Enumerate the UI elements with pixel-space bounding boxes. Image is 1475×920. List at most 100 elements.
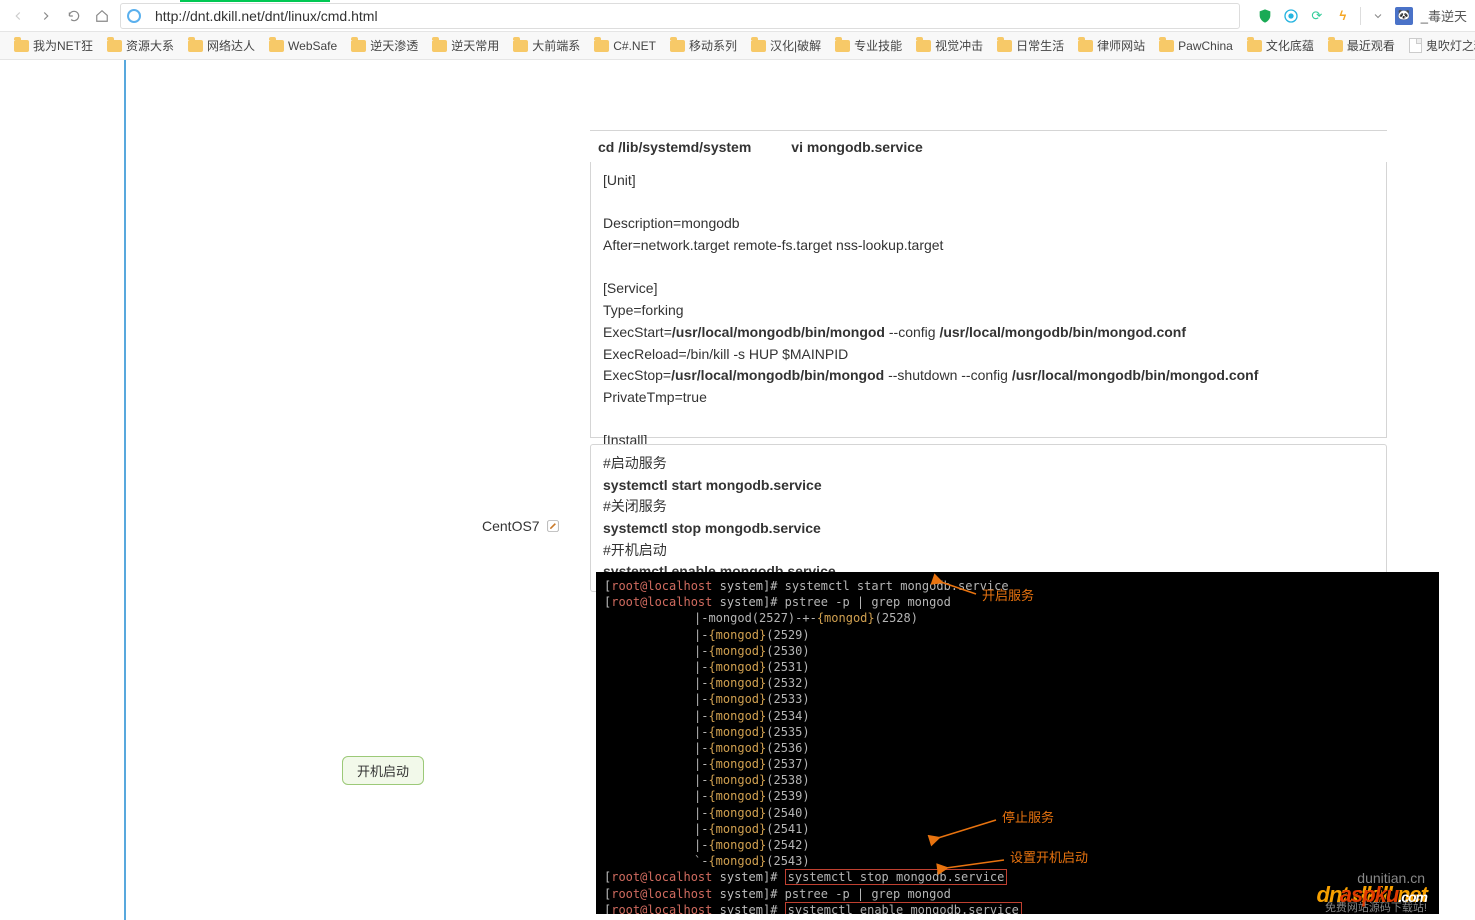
description-line: Description=mongodb <box>603 213 1374 235</box>
folder-icon <box>1159 40 1174 52</box>
bookmark-label: 日常生活 <box>1016 37 1064 54</box>
page-content: 开机启动 CentOS7 cd /lib/systemd/system vi m… <box>0 60 1475 920</box>
bookmark-item[interactable]: 汉化|破解 <box>747 35 825 56</box>
bookmark-item[interactable]: 最近观看 <box>1324 35 1399 56</box>
page-icon <box>1409 38 1422 53</box>
bookmark-label: 专业技能 <box>854 37 902 54</box>
bookmark-label: C#.NET <box>613 39 656 53</box>
bookmark-item[interactable]: 网络达人 <box>184 35 259 56</box>
bookmark-label: 大前端系 <box>532 37 580 54</box>
forward-button[interactable] <box>36 6 56 26</box>
mindmap-node-centos7[interactable]: CentOS7 <box>482 518 560 534</box>
bookmark-label: 视觉冲击 <box>935 37 983 54</box>
execreload-line: ExecReload=/bin/kill -s HUP $MAINPID <box>603 344 1374 366</box>
watermark-sub: 免费网站源码下载站! <box>1325 901 1427 914</box>
page-load-progress <box>180 0 330 2</box>
bookmark-label: 文化底蕴 <box>1266 37 1314 54</box>
comment-start: #启动服务 <box>603 453 1374 475</box>
folder-icon <box>1247 40 1262 52</box>
bookmark-item[interactable]: 鬼吹灯之精绝 <box>1405 35 1475 56</box>
bookmark-item[interactable]: 专业技能 <box>831 35 906 56</box>
cmd-stop: systemctl stop mongodb.service <box>603 518 1374 540</box>
bookmark-item[interactable]: 律师网站 <box>1074 35 1149 56</box>
folder-icon <box>997 40 1012 52</box>
user-label: _毒逆天 <box>1421 6 1467 25</box>
service-header: [Service] <box>603 278 1374 300</box>
bookmark-item[interactable]: WebSafe <box>265 37 341 55</box>
mindmap-trunk <box>124 60 126 920</box>
watermark-dunitian: dunitian.cn <box>1357 869 1425 888</box>
execstop-line: ExecStop=/usr/local/mongodb/bin/mongod -… <box>603 365 1374 387</box>
back-button[interactable] <box>8 6 28 26</box>
extension-2-icon[interactable]: ⟳ <box>1308 7 1326 25</box>
url-input[interactable] <box>151 4 1233 28</box>
home-button[interactable] <box>92 6 112 26</box>
separator <box>1360 7 1361 25</box>
comment-enable: #开机启动 <box>603 540 1374 562</box>
bookmark-label: 律师网站 <box>1097 37 1145 54</box>
bookmark-label: 鬼吹灯之精绝 <box>1426 37 1475 54</box>
cd-command: cd /lib/systemd/system <box>598 137 751 159</box>
after-line: After=network.target remote-fs.target ns… <box>603 235 1374 257</box>
mindmap-node-autostart[interactable]: 开机启动 <box>342 756 424 785</box>
comment-stop: #关闭服务 <box>603 496 1374 518</box>
site-info-icon[interactable] <box>127 9 141 23</box>
bookmark-item[interactable]: 大前端系 <box>509 35 584 56</box>
bookmark-label: 网络达人 <box>207 37 255 54</box>
bookmark-label: 资源大系 <box>126 37 174 54</box>
reload-button[interactable] <box>64 6 84 26</box>
bookmark-label: WebSafe <box>288 39 337 53</box>
edit-icon <box>546 519 560 533</box>
bookmark-item[interactable]: 日常生活 <box>993 35 1068 56</box>
folder-icon <box>1328 40 1343 52</box>
bookmark-item[interactable]: C#.NET <box>590 37 660 55</box>
type-line: Type=forking <box>603 300 1374 322</box>
bookmark-label: 逆天渗透 <box>370 37 418 54</box>
folder-icon <box>513 40 528 52</box>
privatetmp-line: PrivateTmp=true <box>603 387 1374 409</box>
bookmark-label: 最近观看 <box>1347 37 1395 54</box>
mindmap-connectors <box>0 60 300 210</box>
bookmark-label: 汉化|破解 <box>770 37 821 54</box>
unit-header: [Unit] <box>603 170 1374 192</box>
folder-icon <box>916 40 931 52</box>
extension-1-icon[interactable] <box>1282 7 1300 25</box>
terminal-screenshot: [root@localhost system]# systemctl start… <box>596 572 1439 914</box>
folder-icon <box>751 40 766 52</box>
folder-icon <box>107 40 122 52</box>
node-label: CentOS7 <box>482 518 540 534</box>
folder-icon <box>269 40 284 52</box>
service-file-block: [Unit] Description=mongodb After=network… <box>590 162 1387 438</box>
bookmark-item[interactable]: 移动系列 <box>666 35 741 56</box>
browser-toolbar: ⟳ ϟ 🐼 _毒逆天 <box>0 0 1475 32</box>
bookmarks-bar: 我为NET狂 资源大系 网络达人 WebSafe 逆天渗透 逆天常用 大前端系 C#.NET 移… <box>0 32 1475 60</box>
chevron-down-icon[interactable] <box>1369 7 1387 25</box>
bookmark-label: PawChina <box>1178 39 1233 53</box>
avatar-icon[interactable]: 🐼 <box>1395 7 1413 25</box>
bookmark-item[interactable]: 视觉冲击 <box>912 35 987 56</box>
cmd-start: systemctl start mongodb.service <box>603 475 1374 497</box>
systemctl-block: #启动服务 systemctl start mongodb.service #关… <box>590 444 1387 592</box>
folder-icon <box>188 40 203 52</box>
execstart-line: ExecStart=/usr/local/mongodb/bin/mongod … <box>603 322 1374 344</box>
bookmark-label: 我为NET狂 <box>33 37 93 54</box>
bookmark-label: 移动系列 <box>689 37 737 54</box>
shield-icon[interactable] <box>1256 7 1274 25</box>
folder-icon <box>432 40 447 52</box>
bookmark-item[interactable]: PawChina <box>1155 37 1237 55</box>
folder-icon <box>835 40 850 52</box>
bookmark-item[interactable]: 文化底蕴 <box>1243 35 1318 56</box>
bookmark-label: 逆天常用 <box>451 37 499 54</box>
address-bar[interactable] <box>120 3 1240 29</box>
code-header: cd /lib/systemd/system vi mongodb.servic… <box>590 130 1387 165</box>
vi-command: vi mongodb.service <box>791 137 922 159</box>
flash-icon[interactable]: ϟ <box>1334 7 1352 25</box>
bookmark-item[interactable]: 逆天渗透 <box>347 35 422 56</box>
folder-icon <box>670 40 685 52</box>
bookmark-item[interactable]: 逆天常用 <box>428 35 503 56</box>
bookmark-item[interactable]: 我为NET狂 <box>10 35 97 56</box>
folder-icon <box>594 40 609 52</box>
folder-icon <box>1078 40 1093 52</box>
bookmark-item[interactable]: 资源大系 <box>103 35 178 56</box>
folder-icon <box>351 40 366 52</box>
